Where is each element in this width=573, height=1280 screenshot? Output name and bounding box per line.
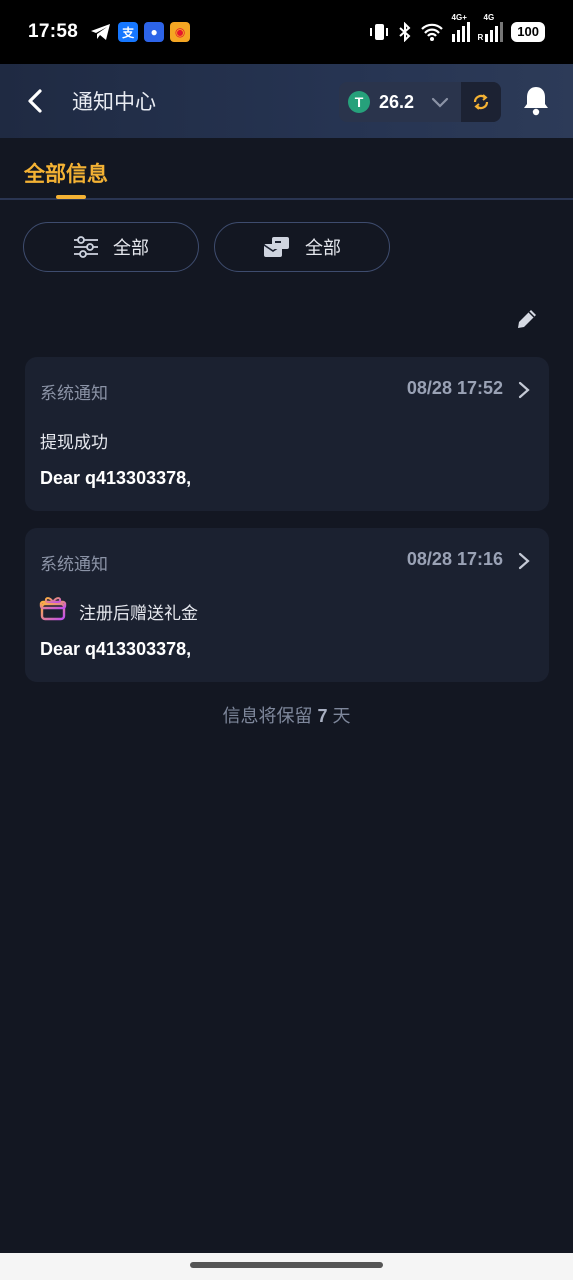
tab-bar: 全部信息: [0, 138, 573, 200]
balance-widget[interactable]: T 26.2: [339, 82, 501, 122]
telegram-icon: [91, 24, 111, 40]
tab-all-messages[interactable]: 全部信息: [24, 158, 108, 188]
category-filter-label: 全部: [305, 238, 341, 258]
message-category: 系统通知: [40, 555, 108, 574]
battery-indicator: 100: [511, 22, 545, 42]
message-time: 08/28 17:52: [406, 378, 503, 398]
roaming-mark: R: [477, 33, 484, 42]
chevron-right-icon[interactable]: [517, 381, 531, 399]
message-category: 系统通知: [40, 384, 108, 403]
usdt-icon: T: [348, 91, 370, 113]
bell-icon[interactable]: [520, 84, 552, 118]
chevron-right-icon[interactable]: [517, 552, 531, 570]
back-arrow-icon[interactable]: [24, 88, 48, 114]
message-greeting: Dear q413303378,: [40, 468, 192, 488]
system-nav-bar: [0, 1253, 573, 1280]
page-title: 通知中心: [72, 91, 156, 114]
home-gesture-handle[interactable]: [190, 1262, 383, 1268]
sliders-icon: [74, 236, 98, 258]
app-header: 通知中心 T 26.2: [0, 64, 573, 138]
status-time: 17:58: [28, 21, 79, 42]
refresh-icon: [473, 94, 489, 110]
gift-icon: [39, 597, 67, 621]
message-card[interactable]: 系统通知 08/28 17:52 提现成功 Dear q413303378,: [25, 357, 549, 511]
signal-label-2: 4G: [483, 13, 495, 22]
message-subject: 提现成功: [40, 433, 108, 452]
type-filter-button[interactable]: 全部: [23, 222, 199, 272]
signal-icon-2: R 4G: [477, 13, 504, 42]
message-subject: 注册后赠送礼金: [79, 604, 198, 623]
bluetooth-icon: [398, 22, 410, 42]
wifi-icon: [420, 23, 443, 41]
category-filter-button[interactable]: 全部: [214, 222, 390, 272]
baidu-icon: ●: [144, 22, 165, 42]
retention-prefix: 信息将保留: [222, 706, 313, 726]
refresh-balance-button[interactable]: [461, 82, 501, 122]
tab-active-indicator: [56, 195, 86, 199]
message-time: 08/28 17:16: [406, 549, 503, 569]
balance-amount: 26.2: [379, 91, 415, 112]
status-app-icons: 支 ● ◉: [90, 22, 191, 42]
retention-note: 信息将保留 7 天: [0, 702, 573, 728]
status-right: 4G+ R 4G 100: [368, 13, 545, 42]
edit-pencil-icon[interactable]: [514, 306, 540, 332]
status-bar: 17:58 支 ● ◉ 4G+ R 4G 100: [0, 0, 573, 64]
retention-suffix: 天: [332, 706, 351, 726]
vibrate-icon: [369, 24, 388, 40]
chevron-down-icon[interactable]: [430, 92, 450, 112]
mailbox-icon: [263, 237, 289, 257]
type-filter-label: 全部: [113, 238, 149, 258]
retention-days: 7: [317, 706, 328, 726]
weibo-icon: ◉: [170, 22, 191, 42]
message-card[interactable]: 系统通知 08/28 17:16 注册后赠送礼金 Dear q413303378…: [25, 528, 549, 682]
message-greeting: Dear q413303378,: [40, 639, 192, 659]
signal-icon-1: 4G+: [451, 13, 470, 42]
alipay-icon: 支: [118, 22, 139, 42]
signal-label-1: 4G+: [451, 13, 467, 22]
